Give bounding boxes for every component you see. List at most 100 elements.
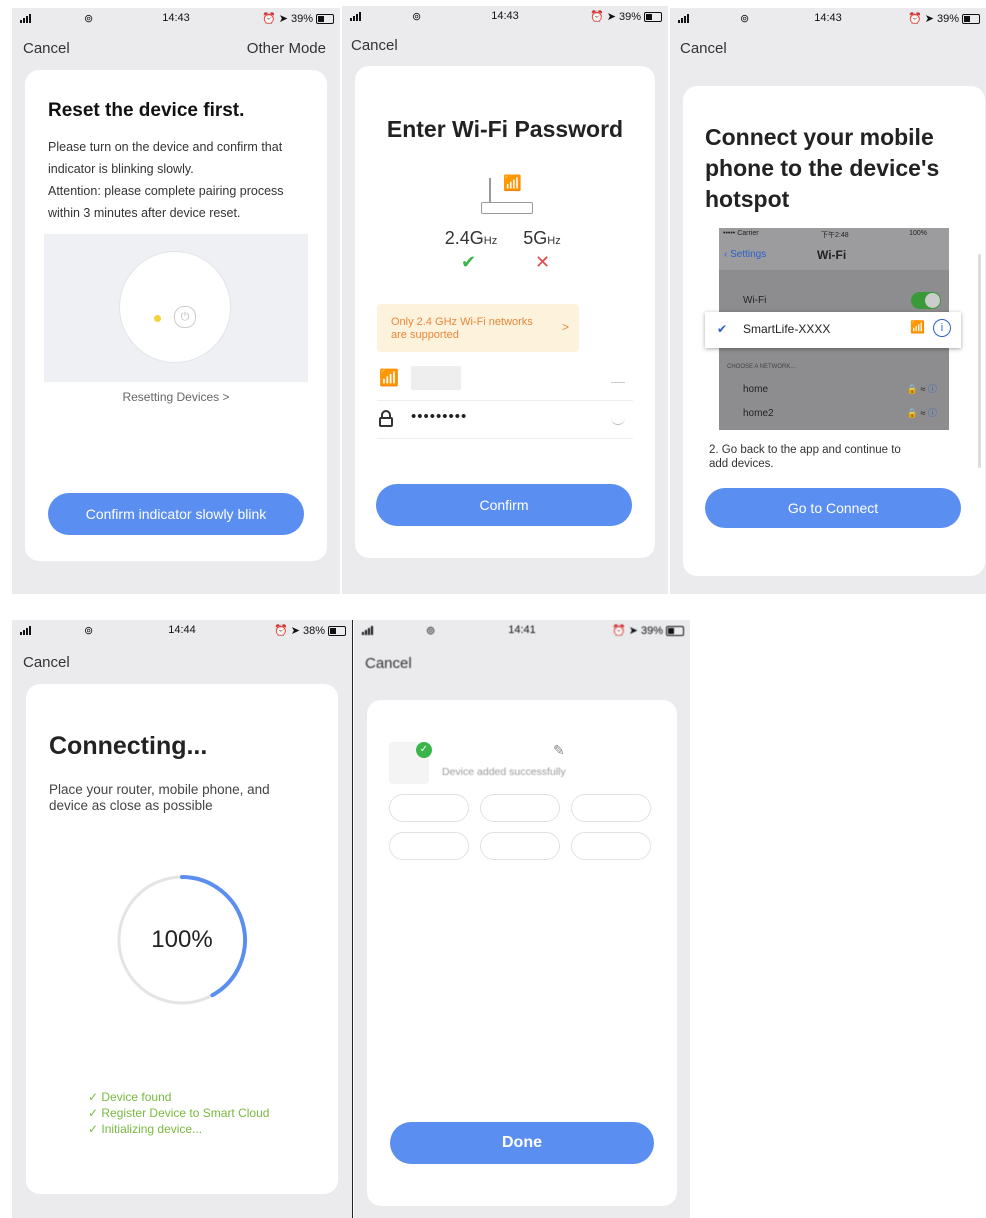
page-title: Connect your mobile phone to the device'… — [705, 124, 940, 212]
page-title: Connecting... — [49, 732, 208, 760]
confirm-button[interactable]: Confirm — [376, 484, 632, 526]
content-card: Connecting... Place your router, mobile … — [26, 684, 338, 1194]
power-icon: ⏻ — [174, 306, 196, 328]
battery-percent: 39% — [618, 10, 641, 23]
screen-connecting: ⊚ 14:44 ⏰ ➤ 38% Cancel Connecting... Place… — [12, 620, 352, 1218]
ios-time: 下午2:48 — [821, 232, 849, 239]
ios-section-header: CHOOSE A NETWORK... — [727, 364, 796, 370]
progress-percent: 100% — [151, 926, 213, 953]
cancel-button[interactable]: Cancel — [365, 655, 412, 672]
room-chip[interactable] — [389, 832, 469, 860]
cancel-button[interactable]: Cancel — [23, 654, 70, 671]
room-chip[interactable] — [571, 794, 651, 822]
screen-device-added: ⊚ 14:41 ⏰ ➤ 39% Cancel ✓ ✎ Device added su… — [354, 620, 690, 1218]
battery-icon — [316, 13, 334, 24]
location-icon: ➤ — [628, 625, 638, 637]
cross-icon: ✕ — [535, 252, 551, 272]
ssid-field[interactable] — [411, 366, 461, 390]
alarm-icon: ⏰ — [590, 11, 604, 23]
ios-carrier: ••••• Carrier — [723, 230, 759, 237]
cancel-button[interactable]: Cancel — [351, 37, 398, 54]
location-icon: ➤ — [924, 13, 934, 25]
divider — [377, 438, 633, 439]
lock-icon — [379, 410, 393, 427]
page-title: Reset the device first. — [48, 100, 245, 121]
subtitle: Place your router, mobile phone, and dev… — [49, 782, 270, 813]
edit-icon[interactable]: ✎ — [553, 742, 565, 759]
resetting-devices-link[interactable]: Resetting Devices > — [25, 390, 327, 404]
alarm-icon: ⏰ — [274, 625, 288, 637]
ios-network-smartlife: SmartLife-XXXX — [743, 322, 831, 336]
eye-icon[interactable] — [611, 418, 625, 425]
battery-icon — [962, 13, 980, 24]
battery-percent: 39% — [640, 624, 663, 637]
content-card: ✓ ✎ Device added successfully Done — [367, 700, 677, 1206]
battery-icon — [644, 11, 662, 22]
info-icon: i — [933, 319, 951, 337]
instructions: Please turn on the device and confirm th… — [48, 140, 284, 220]
ios-network-home2: home2 — [743, 408, 774, 419]
scroll-indicator[interactable] — [978, 254, 981, 468]
location-icon: ➤ — [278, 13, 288, 25]
divider — [377, 400, 633, 401]
status-bar: ⊚ 14:44 ⏰ ➤ 38% — [12, 620, 352, 642]
wifi-icon: 📶 — [379, 370, 399, 387]
done-button[interactable]: Done — [390, 1122, 654, 1164]
battery-icon — [666, 625, 684, 636]
ios-wifi-label: Wi-Fi — [743, 295, 767, 306]
screen-connect-hotspot: ⊚ 14:43 ⏰ ➤ 39% Cancel Connect your mobile… — [670, 8, 986, 594]
status-bar: ⊚ 14:43 ⏰ ➤ 39% — [670, 8, 986, 30]
room-chip[interactable] — [389, 794, 469, 822]
go-to-connect-button[interactable]: Go to Connect — [705, 488, 961, 528]
ios-network-home2-icons: 🔒 ≈ ⓘ — [906, 408, 937, 418]
room-chip[interactable] — [571, 832, 651, 860]
password-input[interactable]: ••••••••• — [411, 408, 467, 425]
check-icon: ✔ — [461, 252, 477, 272]
other-mode-button[interactable]: Other Mode — [247, 40, 326, 57]
location-icon: ➤ — [606, 11, 616, 23]
battery-icon — [328, 625, 346, 636]
chevron-right-icon: > — [561, 320, 569, 334]
step-device-found: ✓ Device found — [88, 1090, 172, 1104]
step-text: 2. Go back to the app and continue to ad… — [709, 444, 901, 470]
wifi-list-icon[interactable] — [611, 372, 625, 383]
page-title: Enter Wi-Fi Password — [386, 116, 624, 142]
battery-percent: 38% — [302, 624, 325, 637]
status-bar: ⊚ 14:41 ⏰ ➤ 39% — [354, 620, 690, 642]
alarm-icon: ⏰ — [908, 13, 922, 25]
divider — [352, 620, 353, 1218]
indicator-light-icon — [154, 315, 161, 322]
device-illustration: ⏻ — [44, 234, 308, 382]
notice-banner[interactable]: Only 2.4 GHz Wi-Fi networks are supporte… — [377, 304, 579, 352]
progress-steps: ✓ Device found ✓ Register Device to Smar… — [88, 1089, 269, 1137]
wifi-icon: 📶 — [910, 320, 925, 334]
alarm-icon: ⏰ — [612, 625, 626, 637]
location-icon: ➤ — [290, 625, 300, 637]
ios-network-home-icons: 🔒 ≈ ⓘ — [906, 384, 937, 394]
step-initializing: ✓ Initializing device... — [88, 1122, 203, 1136]
battery-percent: 39% — [936, 12, 959, 25]
device-added-message: Device added successfully — [442, 766, 566, 778]
confirm-blink-button[interactable]: Confirm indicator slowly blink — [48, 493, 304, 535]
room-chip[interactable] — [480, 832, 560, 860]
room-chip[interactable] — [480, 794, 560, 822]
cancel-button[interactable]: Cancel — [680, 40, 727, 57]
ios-battery: 100% — [909, 230, 927, 237]
status-bar: ⊚ 14:43 ⏰ ➤ 39% — [12, 8, 340, 30]
battery-percent: 39% — [290, 12, 313, 25]
cancel-button[interactable]: Cancel — [23, 40, 70, 57]
screen-wifi-password: ⊚ 14:43 ⏰ ➤ 39% Cancel Enter Wi-Fi Passwor… — [342, 6, 668, 594]
content-card: Connect your mobile phone to the device'… — [683, 86, 985, 576]
band-24: 2.4GHz — [444, 228, 498, 248]
alarm-icon: ⏰ — [262, 13, 276, 25]
screen-reset-device: ⊚ 14:43 ⏰ ➤ 39% Cancel Other Mode Reset th… — [12, 8, 340, 594]
router-icon: 📶 — [479, 174, 533, 214]
step-register-cloud: ✓ Register Device to Smart Cloud — [88, 1106, 270, 1120]
ios-wifi-toggle — [911, 292, 941, 309]
ios-title: Wi-Fi — [817, 248, 847, 262]
content-card: Reset the device first. Please turn on t… — [25, 70, 327, 561]
checkmark-icon: ✔ — [717, 322, 728, 336]
ios-back-button: ‹ Settings — [724, 249, 767, 260]
content-card: Enter Wi-Fi Password 📶 2.4GHz 5GHz ✔ ✕ O… — [355, 66, 655, 558]
band-5: 5GHz — [523, 228, 561, 248]
